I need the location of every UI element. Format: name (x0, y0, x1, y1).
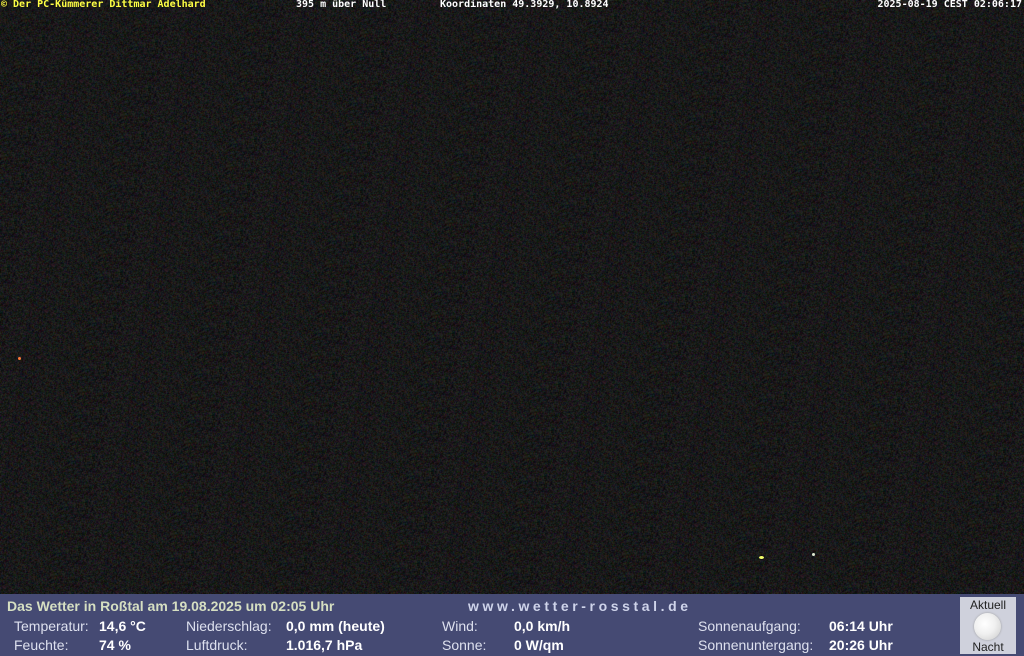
moon-night-label: Nacht (972, 640, 1004, 654)
night-sky-image (0, 0, 1024, 594)
sun-label: Sonne: (442, 637, 487, 653)
full-moon-icon (974, 613, 1001, 640)
sensor-noise (0, 0, 1024, 594)
timestamp-label: 2025-08-19 CEST 02:06:17 (877, 0, 1023, 10)
sun-value: 0 W/qm (514, 637, 564, 653)
humidity-label: Feuchte: (14, 637, 69, 653)
sunrise-label: Sonnenaufgang: (698, 618, 801, 634)
weather-panel: Das Wetter in Roßtal am 19.08.2025 um 02… (0, 594, 1024, 656)
precipitation-label: Niederschlag: (186, 618, 272, 634)
light-dot-left (18, 357, 21, 360)
wind-label: Wind: (442, 618, 478, 634)
copyright-label: © Der PC-Kümmerer Dittmar Adelhard (1, 0, 206, 10)
humidity-value: 74 % (99, 637, 131, 653)
sunset-value: 20:26 Uhr (829, 637, 893, 653)
light-dot-bottom-white (812, 553, 815, 556)
precipitation-value: 0,0 mm (heute) (286, 618, 385, 634)
temperature-label: Temperatur: (14, 618, 89, 634)
caption-bar: © Der PC-Kümmerer Dittmar Adelhard 395 m… (0, 0, 1024, 12)
weather-title: Das Wetter in Roßtal am 19.08.2025 um 02… (7, 598, 335, 614)
light-dot-bottom-yellow (759, 556, 764, 559)
pressure-label: Luftdruck: (186, 637, 248, 653)
website-label: www.wetter-rosstal.de (468, 598, 692, 614)
sunset-label: Sonnenuntergang: (698, 637, 814, 653)
moon-phase-box: Aktuell Nacht (960, 597, 1016, 654)
wind-value: 0,0 km/h (514, 618, 571, 634)
altitude-label: 395 m über Null (296, 0, 387, 10)
webcam-view: © Der PC-Kümmerer Dittmar Adelhard 395 m… (0, 0, 1024, 656)
temperature-value: 14,6 °C (99, 618, 146, 634)
sunrise-value: 06:14 Uhr (829, 618, 893, 634)
pressure-value: 1.016,7 hPa (286, 637, 363, 653)
moon-current-label: Aktuell (969, 598, 1007, 612)
coordinates-label: Koordinaten 49.3929, 10.8924 (440, 0, 609, 10)
